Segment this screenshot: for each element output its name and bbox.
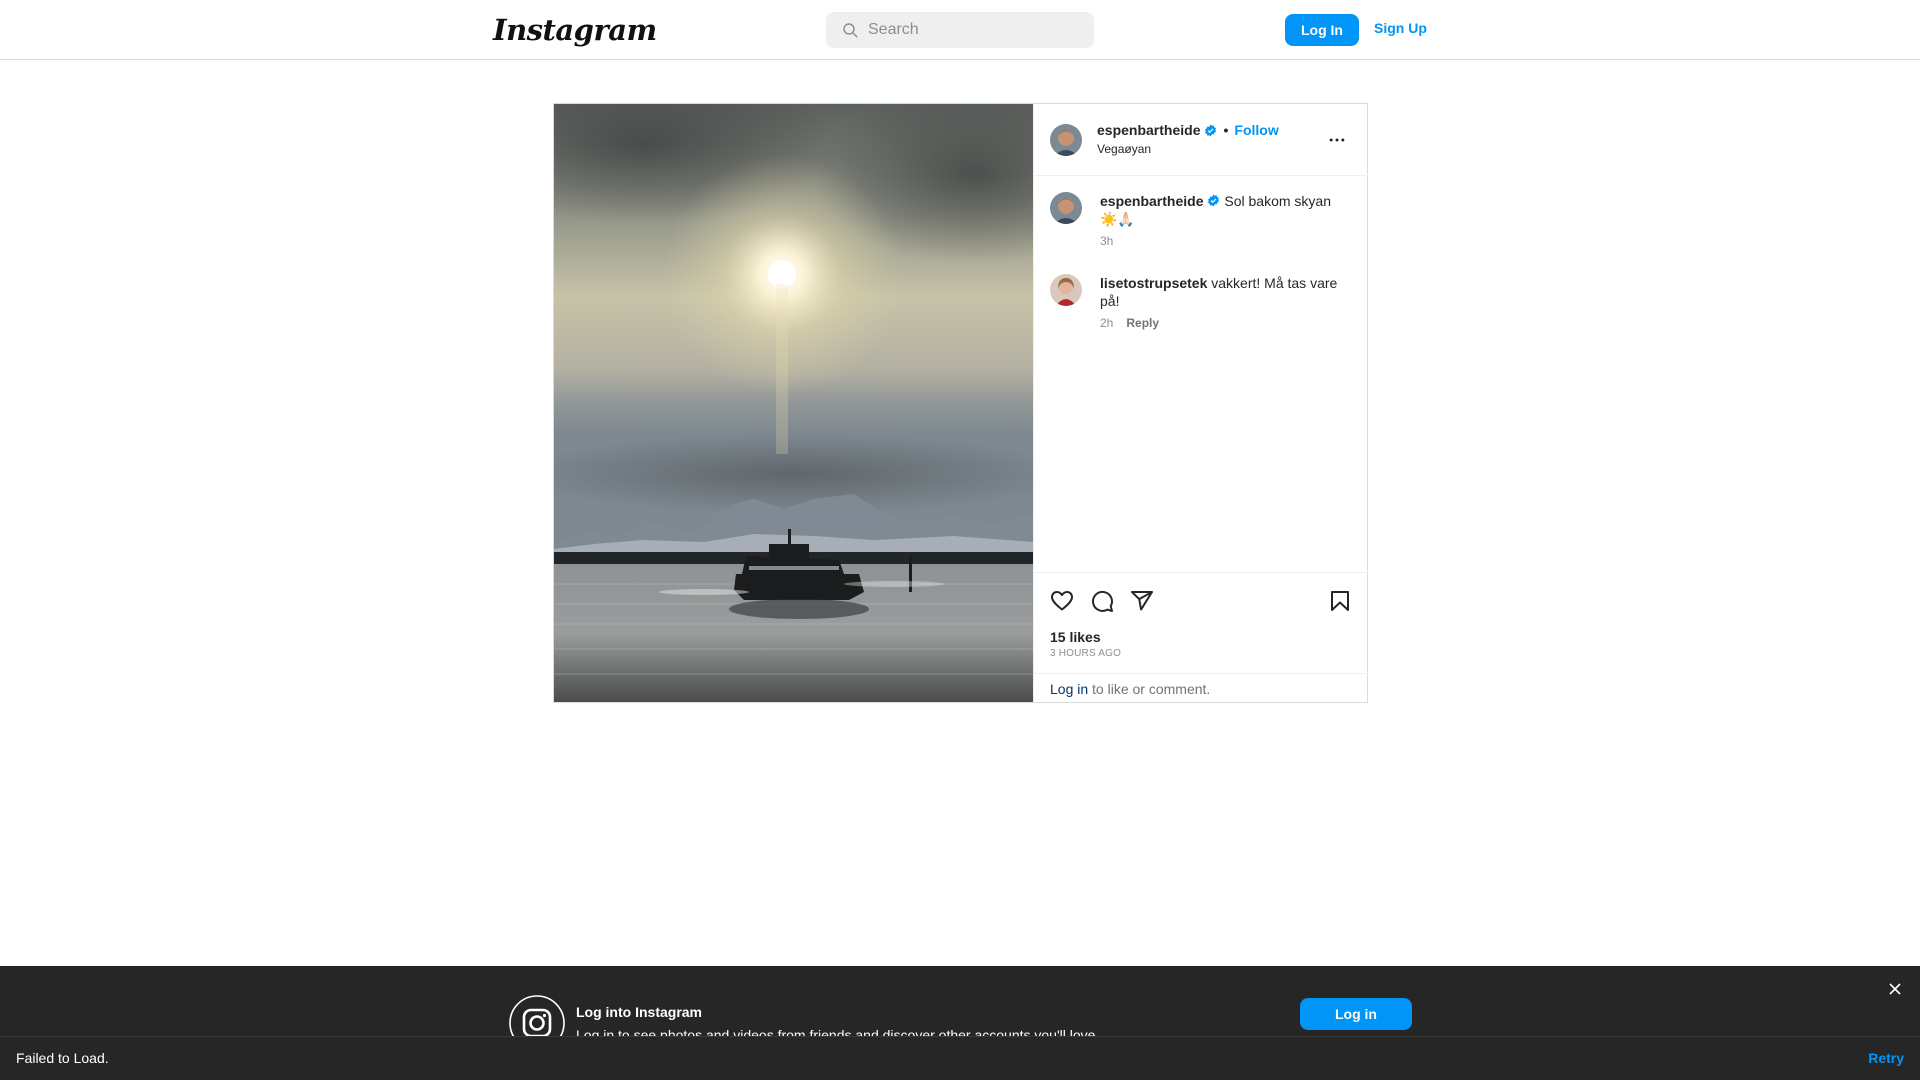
post-location[interactable]: Vegaøyan [1097,142,1151,156]
post-photo-image [554,104,1033,702]
banner-title: Log into Instagram [576,1004,702,1020]
author-avatar[interactable] [1050,124,1082,156]
likes-count[interactable]: 15 likes [1050,629,1101,645]
comment-body: lisetostrupsetek vakkert! Må tas vare på… [1100,274,1352,332]
share-icon[interactable] [1130,589,1154,613]
caption-username[interactable]: espenbartheide [1100,193,1203,209]
post-header: espenbartheide • Follow Vegaøyan [1034,104,1368,176]
signup-link[interactable]: Sign Up [1374,20,1427,36]
follow-button[interactable]: Follow [1234,122,1278,138]
separator-dot: • [1223,122,1229,138]
post-card: espenbartheide • Follow Vegaøyan espenba… [553,103,1368,703]
heart-icon[interactable] [1050,589,1074,613]
bookmark-icon[interactable] [1328,589,1352,613]
login-prompt-text: to like or comment. [1088,681,1211,697]
commenter-avatar[interactable] [1050,274,1082,306]
caption-avatar[interactable] [1050,192,1082,224]
retry-button[interactable]: Retry [1868,1050,1904,1066]
comment-time[interactable]: 2h [1100,314,1113,332]
search-icon [843,23,858,38]
login-button[interactable]: Log In [1285,14,1359,46]
verified-icon [1205,124,1217,136]
post-sidebar: espenbartheide • Follow Vegaøyan espenba… [1033,104,1368,702]
banner-login-button[interactable]: Log in [1300,998,1412,1030]
login-prompt: Log in to like or comment. [1034,673,1368,703]
search-box[interactable] [826,12,1094,48]
comment-username[interactable]: lisetostrupsetek [1100,275,1207,291]
verified-icon [1208,194,1220,207]
search-input[interactable] [868,12,1084,48]
caption-meta: 3h [1100,232,1352,250]
instagram-logo[interactable]: Instagram [493,13,657,47]
caption-text-line: espenbartheide Sol bakom skyan ☀️🙏🏻 [1100,192,1352,228]
login-banner: Log into Instagram Log in to see photos … [0,966,1920,1051]
comment-icon[interactable] [1090,589,1114,613]
top-navigation: Instagram Log In Sign Up [0,0,1920,60]
error-snackbar: Failed to Load. Retry [0,1036,1920,1080]
reply-button[interactable]: Reply [1126,314,1159,332]
close-icon[interactable] [1888,982,1902,996]
post-actions: 15 likes 3 HOURS AGO Log in to like or c… [1034,572,1368,702]
comment-text-line: lisetostrupsetek vakkert! Må tas vare på… [1100,274,1352,310]
more-options-icon[interactable] [1327,130,1347,150]
caption-time[interactable]: 3h [1100,232,1113,250]
comment-meta: 2h Reply [1100,314,1352,332]
snackbar-message: Failed to Load. [16,1050,109,1066]
author-row: espenbartheide • Follow [1097,122,1279,138]
login-link[interactable]: Log in [1050,681,1088,697]
post-photo[interactable] [554,104,1033,702]
author-username[interactable]: espenbartheide [1097,122,1200,138]
post-timestamp[interactable]: 3 HOURS AGO [1050,648,1121,659]
caption-body: espenbartheide Sol bakom skyan ☀️🙏🏻 3h [1100,192,1352,250]
